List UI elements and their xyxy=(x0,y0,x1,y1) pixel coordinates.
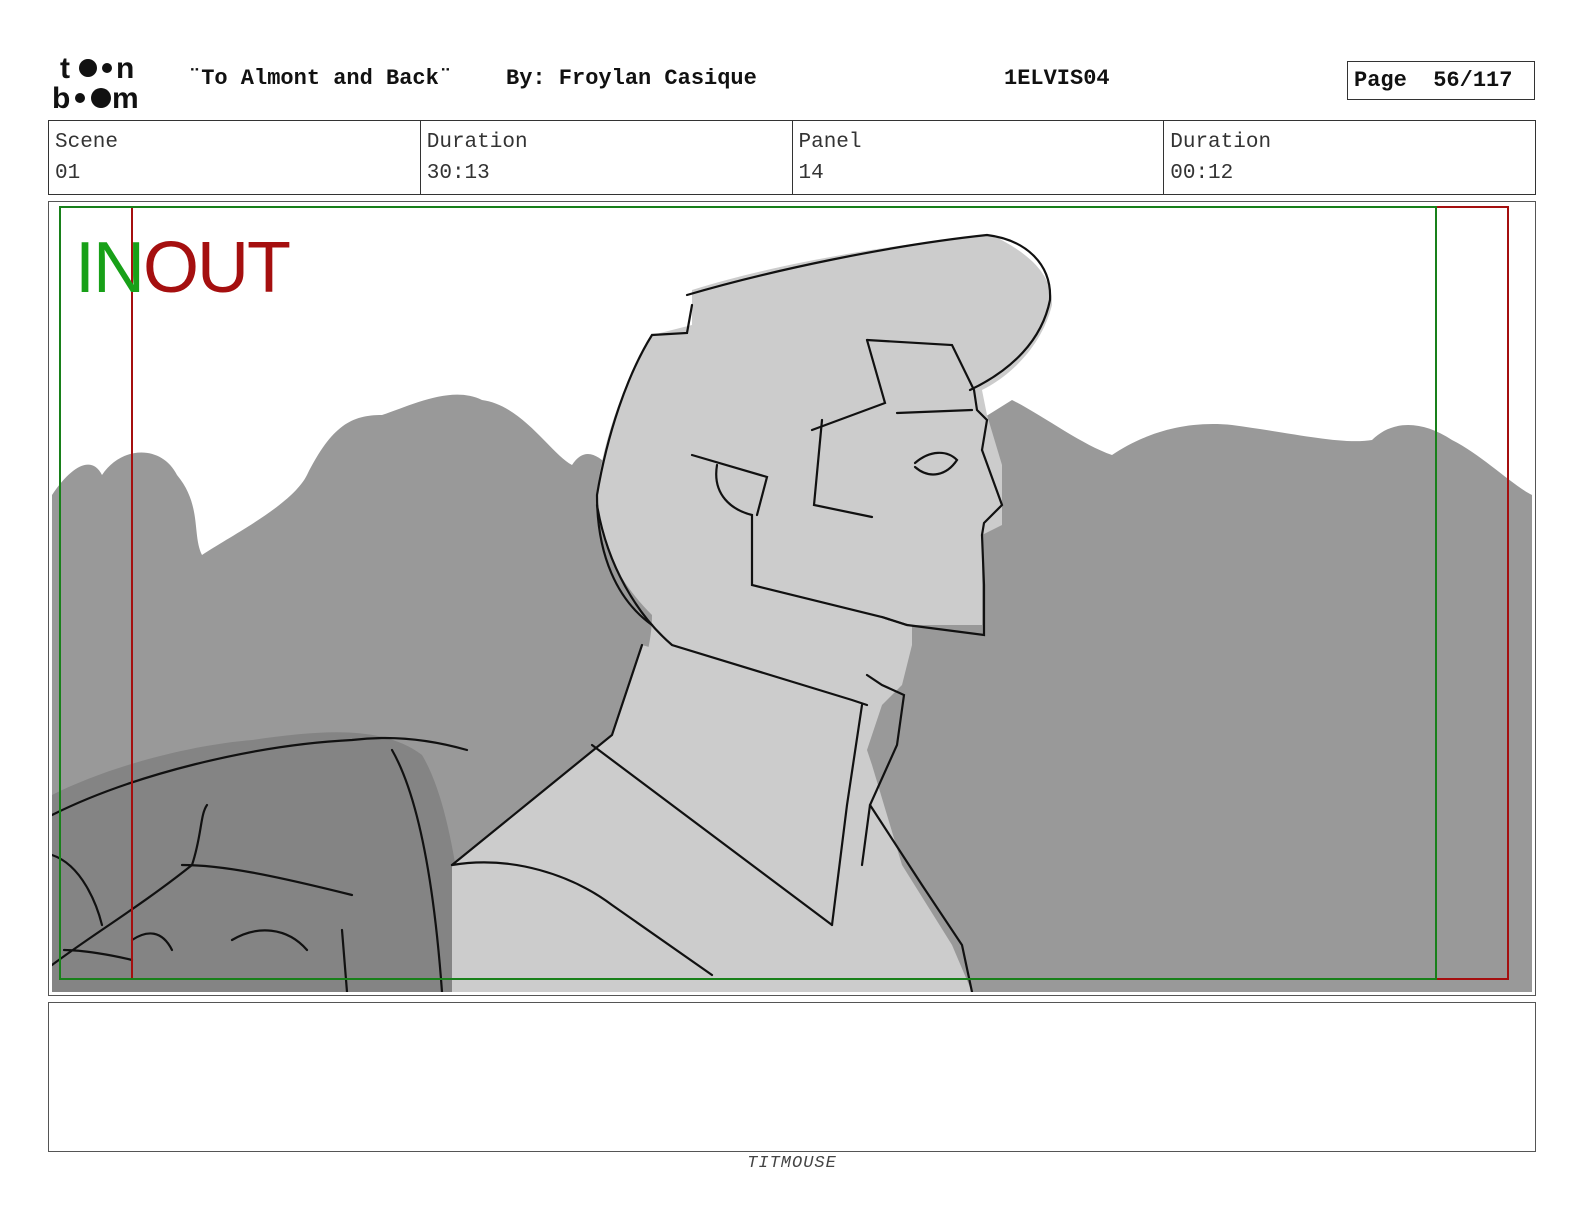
panel-duration-value: 00:12 xyxy=(1170,162,1234,185)
panel-info-table: Scene 01 Duration 30:13 Panel 14 Duratio… xyxy=(48,120,1536,195)
scene-label: Scene xyxy=(55,131,119,154)
panel-label: Panel xyxy=(798,131,862,154)
studio-footer: TITMOUSE xyxy=(747,1154,837,1173)
panel-duration-label: Duration xyxy=(1170,131,1272,154)
panel-notes-box xyxy=(48,1002,1536,1152)
out-label: OUT xyxy=(143,228,291,308)
panel-duration-cell: Duration 00:12 xyxy=(1164,121,1535,194)
svg-text:m: m xyxy=(112,82,139,112)
storyboard-panel-drawing xyxy=(52,205,1532,992)
scene-duration-label: Duration xyxy=(426,131,528,154)
svg-text:n: n xyxy=(116,52,134,85)
panel-value: 14 xyxy=(798,162,824,185)
panel-cell: Panel 14 xyxy=(793,121,1165,194)
svg-text:b: b xyxy=(52,82,70,112)
storyboard-title: ¨To Almont and Back¨ xyxy=(188,66,453,91)
scene-cell: Scene 01 xyxy=(49,121,421,194)
in-out-label: INOUT xyxy=(75,228,291,308)
storyboard-author: By: Froylan Casique xyxy=(506,66,757,91)
episode-code: 1ELVIS04 xyxy=(1004,66,1110,91)
in-label: IN xyxy=(75,228,145,308)
toon-boom-logo: t n b m xyxy=(52,52,139,112)
page-number: Page 56/117 xyxy=(1347,61,1535,100)
scene-duration-cell: Duration 30:13 xyxy=(421,121,793,194)
svg-text:t: t xyxy=(60,52,70,85)
foreground-shape xyxy=(52,732,472,992)
scene-duration-value: 30:13 xyxy=(426,162,490,185)
scene-value: 01 xyxy=(55,162,81,185)
panel-sketch xyxy=(52,206,1532,992)
